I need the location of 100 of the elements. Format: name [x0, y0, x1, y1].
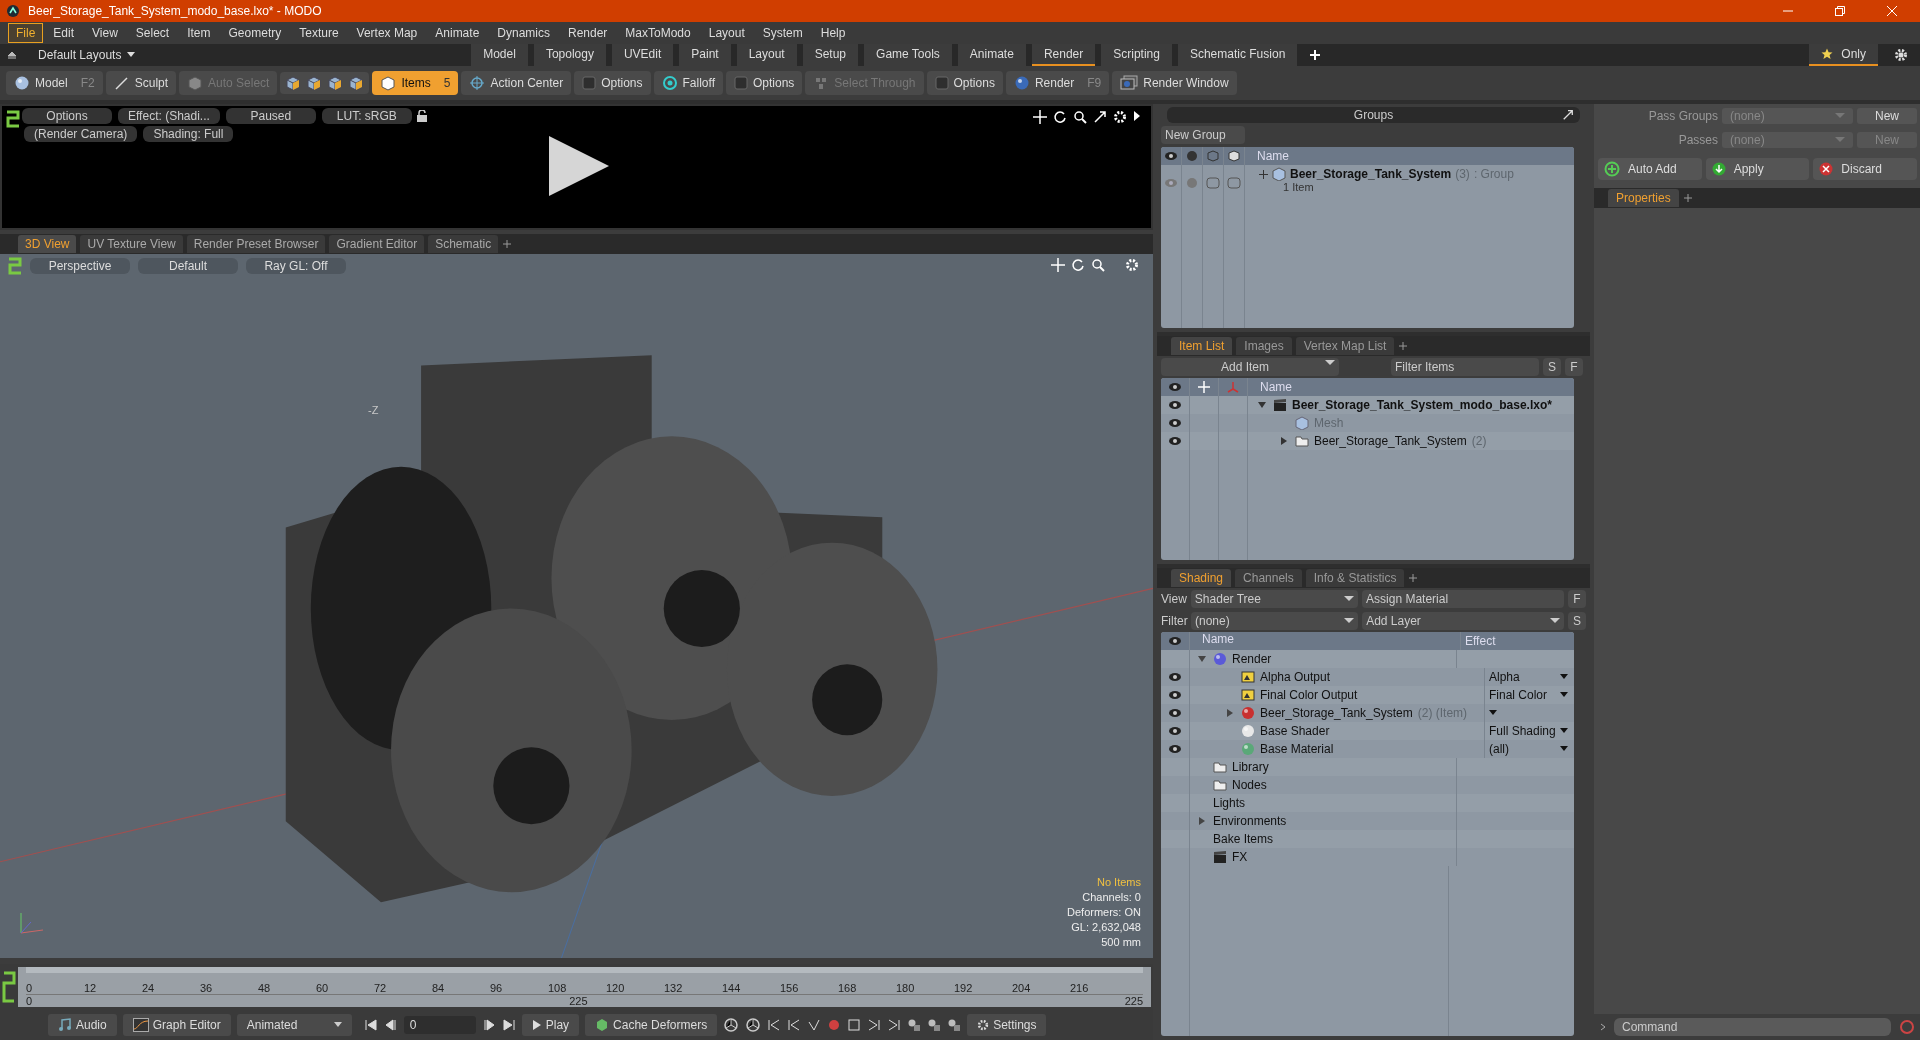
move-icon[interactable] — [1033, 110, 1047, 124]
next-frame-icon[interactable] — [481, 1018, 496, 1032]
collapse-icon[interactable] — [6, 49, 18, 61]
play-icon[interactable] — [547, 134, 611, 198]
previous-key-icon[interactable] — [787, 1018, 802, 1032]
caret-icon[interactable] — [1489, 710, 1497, 716]
viewport-tab[interactable]: 3D View — [18, 235, 77, 253]
add-layer-dropdown[interactable]: Add Layer — [1362, 612, 1565, 630]
last-key-icon[interactable] — [887, 1018, 902, 1032]
only-toggle[interactable]: Only — [1809, 44, 1878, 66]
toolbar-button[interactable]: Render F9 — [1005, 71, 1110, 95]
panel-tab[interactable]: Properties — [1608, 189, 1679, 207]
add-item-dropdown[interactable]: Add Item — [1161, 358, 1339, 376]
checkbox-icon[interactable] — [1227, 177, 1241, 189]
view-dropdown[interactable]: Shader Tree — [1190, 590, 1359, 608]
new-button[interactable]: New — [1857, 108, 1917, 124]
settings-button[interactable]: Settings — [967, 1014, 1047, 1036]
toolbar-button[interactable]: Items 5 — [372, 71, 459, 95]
key-tool-icon[interactable] — [723, 1017, 740, 1033]
toolbar-button[interactable]: Options — [926, 71, 1003, 95]
panel-tab[interactable]: Item List — [1171, 337, 1233, 355]
timeline[interactable]: 0 12 24 36 48 60 72 84 96 108 120 132 144 156 168 180 192 204 216 0 225 225 — [0, 964, 1153, 1010]
preview-option[interactable]: Paused — [225, 108, 316, 124]
viewport-option[interactable]: Perspective — [30, 258, 130, 274]
preview-option[interactable]: Shading: Full — [143, 126, 234, 142]
visibility-icon[interactable] — [1168, 708, 1182, 718]
s-button[interactable]: S — [1568, 612, 1586, 630]
panel-tab[interactable]: Info & Statistics — [1305, 569, 1405, 587]
menu-item[interactable]: Texture — [291, 23, 347, 43]
layout-tab[interactable]: Topology — [533, 44, 606, 66]
play-button[interactable]: Play — [521, 1014, 580, 1036]
visibility-icon[interactable] — [1168, 726, 1182, 736]
key-tool-icon[interactable] — [745, 1017, 762, 1033]
panel-tab[interactable]: Vertex Map List — [1295, 337, 1395, 355]
menu-item[interactable]: MaxToModo — [617, 23, 699, 43]
menu-item[interactable]: Layout — [700, 23, 753, 43]
menu-item[interactable]: Animate — [427, 23, 488, 43]
visibility-icon[interactable] — [1168, 400, 1182, 410]
shader-item-name[interactable]: Base Material — [1260, 742, 1334, 756]
menu-item[interactable]: Item — [179, 23, 219, 43]
assign-material-button[interactable]: Assign Material — [1362, 590, 1565, 608]
layout-tab[interactable]: Game Tools — [864, 44, 952, 66]
key-icon[interactable] — [807, 1018, 822, 1032]
menu-item[interactable]: Select — [127, 23, 178, 43]
s-button[interactable]: S — [1543, 358, 1561, 376]
new-group-button[interactable]: New Group — [1161, 126, 1245, 144]
channel-tool-icon[interactable] — [927, 1018, 942, 1032]
cache-deformers-button[interactable]: Cache Deformers — [585, 1014, 718, 1036]
last-frame-icon[interactable] — [501, 1018, 516, 1032]
preview-option[interactable]: LUT: sRGB — [321, 108, 412, 124]
caret-icon[interactable] — [1560, 692, 1568, 698]
layout-tab[interactable]: Setup — [802, 44, 859, 66]
visibility-icon[interactable] — [1168, 436, 1182, 446]
toolbar-button[interactable]: Falloff — [653, 71, 723, 95]
channel-tool-icon[interactable] — [947, 1018, 962, 1032]
menu-item[interactable]: Dynamics — [489, 23, 558, 43]
item-name[interactable]: Beer_Storage_Tank_System — [1314, 434, 1467, 448]
discard-button[interactable]: Discard — [1813, 158, 1917, 180]
toolbar-button[interactable]: Model F2 — [6, 71, 103, 95]
viewport-tab[interactable]: UV Texture View — [80, 235, 183, 253]
menu-item[interactable]: System — [754, 23, 811, 43]
panel-tab[interactable]: Images — [1236, 337, 1292, 355]
f-button[interactable]: F — [1565, 358, 1583, 376]
maximize-icon[interactable] — [1562, 109, 1574, 121]
layout-tab[interactable]: Animate — [957, 44, 1026, 66]
key-options-icon[interactable] — [847, 1018, 862, 1032]
toolbar-button[interactable]: Options — [726, 71, 803, 95]
apply-button[interactable]: Apply — [1705, 158, 1810, 180]
shader-item-name[interactable]: Final Color Output — [1260, 688, 1358, 702]
viewport-tab[interactable]: Render Preset Browser — [186, 235, 326, 253]
caret-icon[interactable] — [1560, 674, 1568, 680]
layout-tab[interactable]: Render — [1031, 44, 1096, 66]
caret-icon[interactable] — [1560, 746, 1568, 752]
toolbar-button[interactable]: Options — [574, 71, 651, 95]
shader-item-name[interactable]: Base Shader — [1260, 724, 1330, 738]
shader-item-name[interactable]: Render — [1232, 652, 1272, 666]
menu-item[interactable]: Render — [560, 23, 616, 43]
caret-icon[interactable] — [1560, 728, 1568, 734]
previous-frame-icon[interactable] — [383, 1018, 398, 1032]
shader-item-name[interactable]: Alpha Output — [1260, 670, 1331, 684]
filter-field[interactable]: Filter Items — [1391, 358, 1539, 376]
checkbox-icon[interactable] — [1206, 177, 1220, 189]
layout-tab[interactable]: Layout — [736, 44, 797, 66]
graph-editor-button[interactable]: Graph Editor — [122, 1014, 231, 1036]
f-button[interactable]: F — [1568, 590, 1586, 608]
search-icon[interactable] — [1073, 110, 1087, 124]
settings-icon[interactable] — [1894, 48, 1908, 62]
filter-dropdown[interactable]: (none) — [1191, 612, 1359, 630]
visibility-icon[interactable] — [1168, 672, 1182, 682]
menu-item[interactable]: View — [84, 23, 126, 43]
group-name[interactable]: Beer_Storage_Tank_System — [1290, 167, 1452, 181]
toolbar-button[interactable]: Action Center — [461, 71, 572, 95]
rotate-icon[interactable] — [1053, 110, 1067, 124]
layout-tab[interactable]: Model — [471, 44, 528, 66]
menu-item[interactable]: Geometry — [220, 23, 290, 43]
menu-item[interactable]: File — [8, 23, 44, 43]
visibility-icon[interactable] — [1168, 690, 1182, 700]
shader-item-name[interactable]: Environments — [1213, 814, 1287, 828]
first-key-icon[interactable] — [767, 1018, 782, 1032]
plus-icon[interactable] — [1259, 169, 1268, 179]
